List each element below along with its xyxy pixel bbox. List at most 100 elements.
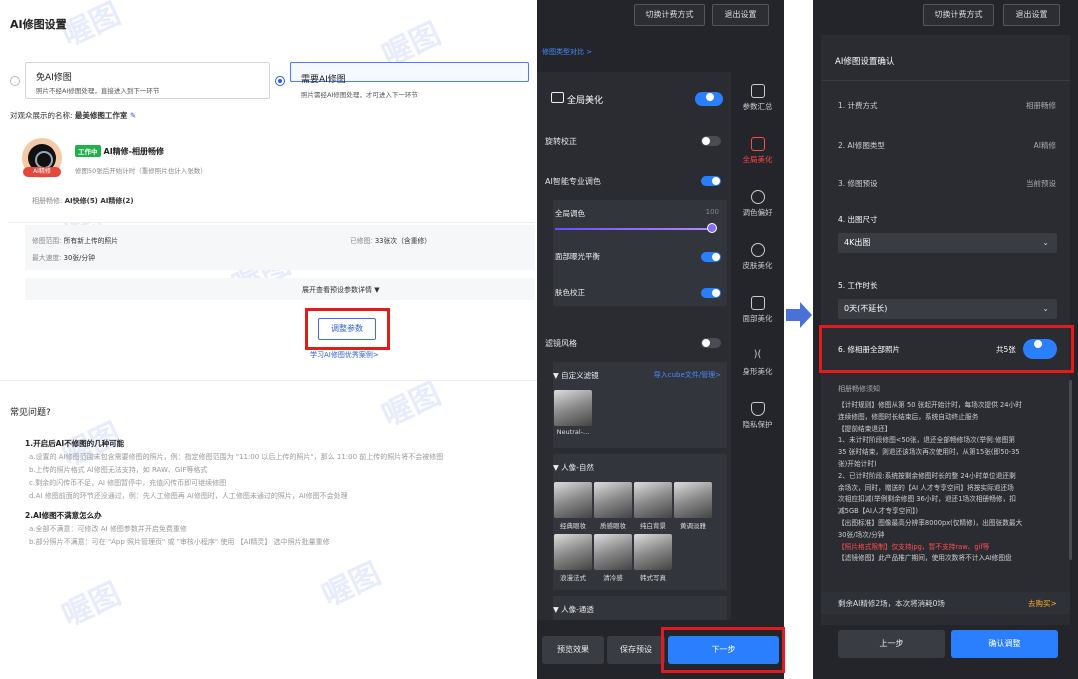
filter-thumb[interactable] [634, 482, 672, 518]
expand-bar[interactable] [25, 278, 535, 300]
face-exposure-label: 面部曝光平衡 [555, 252, 600, 261]
filter-style-toggle[interactable] [701, 338, 721, 348]
filter-thumb-label: 黄调淡雅 [680, 522, 706, 530]
watermark: 喔图 [56, 576, 127, 634]
mode-desc: 修图50张后开始计时（重修照片也计入张数） [75, 167, 207, 175]
exit-settings-button[interactable]: 退出设置 [1003, 4, 1060, 26]
save-preset-button[interactable]: 保存预设 [607, 636, 665, 664]
r3-label: 3. 修图预设 [838, 179, 878, 188]
exit-settings-button[interactable]: 退出设置 [712, 4, 769, 26]
prev-step-button[interactable]: 上一步 [838, 630, 945, 658]
filter-thumb-label: 清冷感 [603, 574, 623, 582]
skin-correct-toggle[interactable] [701, 288, 721, 298]
import-cube-link[interactable]: 导入cube文件/管理> [654, 370, 721, 380]
display-name-row: 对观众展示的名称: 最美修图工作室 ✎ [10, 110, 136, 121]
notice-title: 相册畅修须知 [838, 385, 880, 393]
watermark: 喔图 [316, 556, 387, 614]
faq2-title: 2.AI修图不满意怎么办 [25, 511, 102, 520]
r5-label: 5. 工作时长 [838, 281, 878, 290]
image-icon [750, 137, 765, 151]
page-title: AI修图设置 [10, 18, 67, 31]
filter-thumb[interactable] [554, 390, 592, 426]
r6-label: 6. 修相册全部照片 [838, 345, 901, 354]
switch-billing-button[interactable]: 切换计费方式 [634, 4, 705, 26]
screenshot-root: 喔图 喔图 喔图 喔图 喔图 喔图 喔图 喔图 AI修图设置 免AI修图 照片不… [0, 0, 1078, 679]
switch-billing-button[interactable]: 切换计费方式 [923, 4, 994, 26]
preview-button[interactable]: 预览效果 [542, 636, 604, 664]
option-title: 免AI修图 [36, 73, 72, 83]
rotate-label: 旋转校正 [545, 137, 577, 146]
faq1-item: a.设置的 AI修图范围未包含需要修图的照片，例：指定修图范围为 "11:00 … [29, 453, 444, 461]
filter-thumb[interactable] [554, 482, 592, 518]
avatar-tag: AI精修 [23, 167, 61, 177]
global-toggle[interactable] [695, 92, 723, 106]
slider-handle[interactable] [707, 223, 717, 233]
ai-color-toggle[interactable] [701, 176, 721, 186]
display-name-label: 对观众展示的名称: [10, 111, 73, 120]
status-badge: 工作中 [75, 145, 101, 157]
filter-thumb[interactable] [674, 482, 712, 518]
portrait-nature-title: ▼ 人像-自然 [553, 463, 594, 472]
all-photos-toggle[interactable] [1023, 339, 1057, 359]
r4-label: 4. 出图尺寸 [838, 215, 878, 224]
nav-body[interactable]: )(身形美化 [731, 349, 784, 377]
face-exposure-toggle[interactable] [701, 252, 721, 262]
custom-filter-section: ▼ 自定义滤镜 导入cube文件/管理> Neutral-... [553, 362, 727, 448]
buy-link[interactable]: 去购买> [1028, 598, 1057, 609]
notice-text: 【计时规则】修图从第 50 张起开始计时，每场次提供 24小时 连续修图，修图时… [838, 401, 1023, 563]
scrollbar[interactable] [1069, 380, 1072, 560]
body-icon: )( [753, 349, 762, 360]
ai-color-sub: 全局调色 100 面部曝光平衡 肤色校正 [553, 200, 727, 306]
filter-thumb-label: 浪漫法式 [560, 574, 586, 582]
option-need-retouch[interactable]: 需要AI修图 照片需经AI修图处理，才可进入下一环节 [290, 62, 529, 99]
nav-skin[interactable]: 皮肤美化 [731, 243, 784, 271]
sliders-icon [750, 84, 765, 98]
adjust-params-button[interactable]: 调整参数 [318, 318, 376, 340]
nav-color[interactable]: 调色偏好 [731, 190, 784, 218]
info-card [25, 225, 535, 270]
filter-thumb-label: 经典眼妆 [560, 522, 586, 530]
nav-summary[interactable]: 参数汇总 [731, 84, 784, 112]
divider [821, 80, 1070, 81]
rotate-toggle[interactable] [701, 136, 721, 146]
option-desc: 照片不经AI修图处理，直接进入到下一环节 [36, 87, 160, 95]
expand-text[interactable]: 展开查看预设参数详情 ▼ [302, 285, 380, 295]
r6-value: 共5张 [996, 345, 1016, 354]
portrait-nature-section: ▼ 人像-自然 经典眼妆 质感眼妆 纯白背景 黄调淡雅 浪漫法式 清冷感 韩式写… [553, 454, 727, 590]
duration-select[interactable]: 0天(不延长) ⌄ [838, 299, 1057, 319]
shield-icon [750, 402, 765, 416]
filter-thumb-label: Neutral-... [556, 428, 590, 436]
ai-color-label: AI智能专业调色 [545, 177, 601, 186]
global-tone-value: 100 [705, 208, 719, 216]
global-tone-slider[interactable] [555, 228, 713, 230]
faq1-item: d.AI 修图前面的环节还没通过，例：先人工修图再 AI修图时，人工修图未通过的… [29, 492, 348, 500]
r2-value: AI精修 [1033, 141, 1056, 150]
faq1-item: c.剩余的闪传币不足，AI 修图暂停中，充值闪传币即可继续修图 [29, 479, 227, 487]
learn-link[interactable]: 学习AI修图优秀案例> [310, 350, 379, 360]
confirm-adjust-button[interactable]: 确认调整 [951, 630, 1058, 658]
filter-thumb[interactable] [554, 534, 592, 570]
size-select[interactable]: 4K出图 ⌄ [838, 233, 1057, 253]
mode-title: AI精修-相册畅修 [103, 147, 165, 156]
filter-thumb[interactable] [594, 482, 632, 518]
portrait-common-title: ▼ 人像-通透 [553, 605, 594, 614]
option-no-retouch[interactable]: 免AI修图 照片不经AI修图处理，直接进入到下一环节 [25, 62, 270, 99]
radio-need-retouch[interactable] [275, 76, 285, 86]
radio-no-retouch[interactable] [10, 76, 20, 86]
faq2-item: a.全部不满意：可修改 AI 修图参数并开启免费重修 [29, 525, 187, 533]
mode-title-row: 工作中 AI精修-相册畅修 [75, 145, 164, 157]
edit-icon[interactable]: ✎ [130, 111, 136, 120]
r2-label: 2. AI修图类型 [838, 141, 885, 150]
filter-thumb[interactable] [594, 534, 632, 570]
filter-thumb[interactable] [634, 534, 672, 570]
faq1-title: 1.开启后AI不修图的几种可能 [25, 439, 125, 448]
chevron-down-icon: ⌄ [1042, 304, 1049, 313]
nav-face[interactable]: 面部美化 [731, 296, 784, 324]
nav-global[interactable]: 全局美化 [731, 137, 784, 165]
portrait-common-section: ▼ 人像-通透 [553, 596, 727, 620]
r3-value: 当前预设 [1026, 179, 1056, 188]
nav-privacy[interactable]: 隐私保护 [731, 402, 784, 430]
compare-link[interactable]: 修图类型对比 > [542, 47, 592, 57]
next-step-button[interactable]: 下一步 [668, 636, 779, 664]
filter-thumb-label: 韩式写真 [640, 574, 666, 582]
